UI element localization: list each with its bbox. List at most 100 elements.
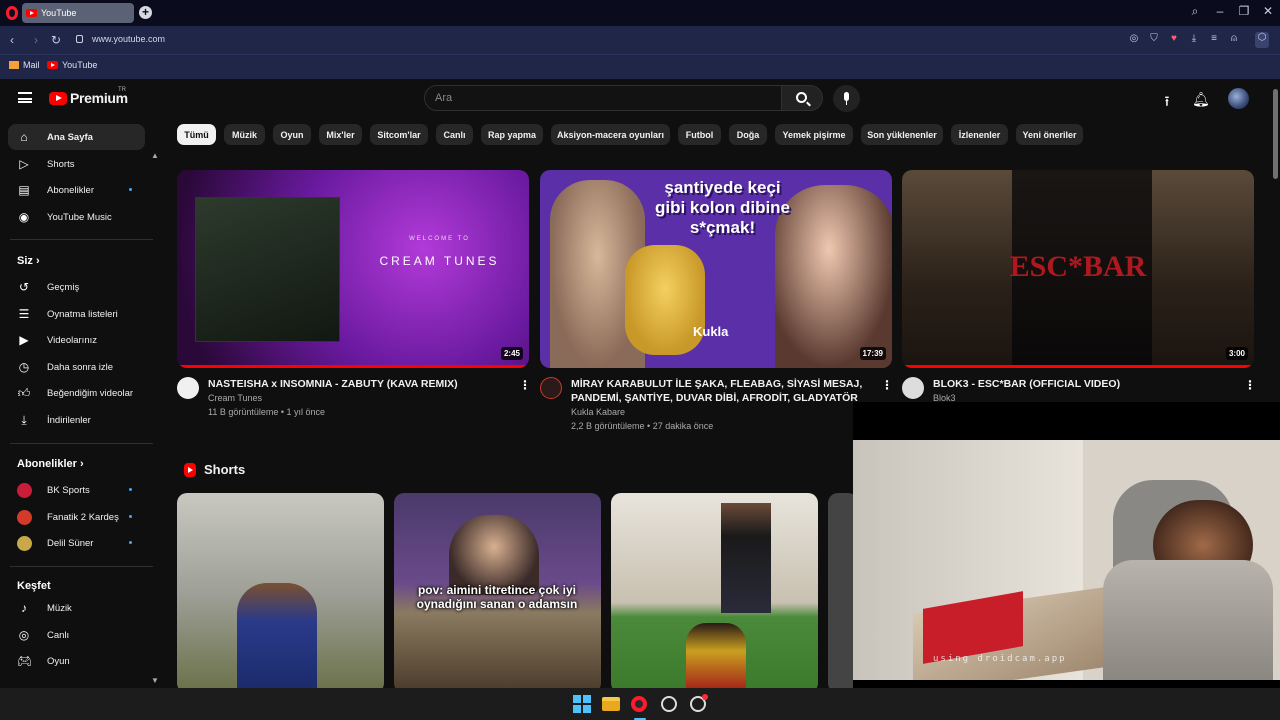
new-content-dot bbox=[129, 515, 132, 518]
chip-all[interactable]: Tümü bbox=[177, 124, 216, 145]
menu-icon[interactable]: ≡ bbox=[1207, 33, 1221, 44]
forward-button[interactable]: › bbox=[29, 33, 43, 47]
chip-action-adventure[interactable]: Aksiyon-macera oyunları bbox=[551, 124, 670, 145]
new-tab-button[interactable]: + bbox=[139, 6, 152, 19]
sidebar-item-shorts[interactable]: ▷ Shorts bbox=[8, 151, 145, 177]
chip-rap[interactable]: Rap yapma bbox=[481, 124, 543, 145]
sidebar-item-history[interactable]: ↺ Geçmiş bbox=[8, 274, 145, 300]
video-title-1[interactable]: NASTEISHA x INSOMNIA - ZABUTY (KAVA REMI… bbox=[208, 377, 513, 391]
music-note-icon: ♪ bbox=[21, 601, 27, 615]
bookmark-mail[interactable]: Mail bbox=[9, 60, 40, 70]
browser-tab-youtube[interactable]: YouTube bbox=[22, 3, 134, 23]
sidebar-channel-fanatik-2-kardes[interactable]: Fanatik 2 Kardeş bbox=[8, 504, 145, 530]
sidebar-item-watch-later[interactable]: ◷ Daha sonra izle bbox=[8, 354, 145, 380]
sidebar-item-liked-videos[interactable]: 👍︎ Beğendiğim videolar bbox=[8, 380, 145, 406]
sidebar-item-downloads[interactable]: ⤓ İndirilenler bbox=[8, 407, 145, 433]
scroll-up-icon[interactable]: ▲ bbox=[151, 151, 159, 160]
chip-watched[interactable]: İzlenenler bbox=[951, 124, 1008, 145]
minimize-button[interactable]: – bbox=[1212, 4, 1228, 18]
scrollbar-thumb[interactable] bbox=[1273, 89, 1278, 179]
playlist-icon: ☰ bbox=[18, 307, 30, 321]
app-icon[interactable] bbox=[661, 696, 677, 712]
more-options-icon[interactable]: ⋮ bbox=[881, 378, 893, 392]
sidebar-item-gaming[interactable]: 🎮︎ Oyun bbox=[8, 648, 145, 674]
video-thumbnail-3[interactable]: ESC*BAR 3:00 bbox=[902, 170, 1254, 368]
chip-music[interactable]: Müzik bbox=[224, 124, 265, 145]
video-thumbnail-1[interactable]: WELCOME TO CREAM TUNES 2:45 bbox=[177, 170, 529, 368]
more-options-icon[interactable]: ⋮ bbox=[519, 378, 531, 392]
chip-football[interactable]: Futbol bbox=[678, 124, 721, 145]
chip-nature[interactable]: Doğa bbox=[729, 124, 767, 145]
notifications-bell-icon[interactable]: 🔔︎ bbox=[1192, 91, 1210, 108]
short-3[interactable] bbox=[611, 493, 818, 688]
lock-icon[interactable] bbox=[76, 35, 83, 43]
chip-cooking[interactable]: Yemek pişirme bbox=[775, 124, 853, 145]
channel-avatar-kukla-kabare[interactable] bbox=[540, 377, 562, 399]
guide-menu-icon[interactable] bbox=[18, 92, 32, 103]
video-title-3[interactable]: BLOK3 - ESC*BAR (OFFICIAL VIDEO) bbox=[933, 377, 1238, 391]
chip-new-to-you[interactable]: Yeni öneriler bbox=[1016, 124, 1083, 145]
bookmark-youtube[interactable]: YouTube bbox=[47, 60, 97, 70]
video-title-2[interactable]: MİRAY KARABULUT İLE ŞAKA, FLEABAG, SİYAS… bbox=[571, 377, 876, 405]
duration-badge: 2:45 bbox=[500, 347, 523, 360]
notification-badge bbox=[702, 694, 708, 700]
chip-recently-uploaded[interactable]: Son yüklenenler bbox=[861, 124, 943, 145]
youtube-premium-logo[interactable]: Premium TR bbox=[49, 87, 128, 106]
file-explorer-icon[interactable] bbox=[602, 697, 620, 711]
tab-title: YouTube bbox=[41, 8, 77, 18]
shield-icon[interactable]: ⛉ bbox=[1147, 33, 1161, 44]
opera-menu-icon[interactable] bbox=[6, 6, 18, 20]
sidebar-item-your-videos[interactable]: ▶ Videolarınız bbox=[8, 327, 145, 353]
mail-icon bbox=[9, 61, 19, 69]
close-window-button[interactable]: ✕ bbox=[1260, 4, 1276, 18]
sidebar-channel-bk-sports[interactable]: BK Sports bbox=[8, 477, 145, 503]
sidebar-item-music[interactable]: ♪ Müzik bbox=[8, 595, 145, 621]
more-options-icon[interactable]: ⋮ bbox=[1244, 378, 1256, 392]
shorts-shelf-header: Shorts bbox=[184, 462, 245, 477]
sidebar-item-playlists[interactable]: ☰ Oynatma listeleri bbox=[8, 301, 145, 327]
sidebar-subscriptions-heading[interactable]: Abonelikler › bbox=[17, 458, 84, 470]
scroll-down-icon[interactable]: ▼ bbox=[151, 676, 159, 685]
video-channel-1[interactable]: Cream Tunes bbox=[208, 393, 262, 403]
webcam-frame bbox=[853, 402, 1280, 440]
camera-icon[interactable]: ◎ bbox=[1127, 33, 1141, 44]
heart-icon[interactable]: ♥ bbox=[1167, 33, 1181, 44]
sidebar-item-home[interactable]: ⌂ Ana Sayfa bbox=[8, 124, 145, 150]
sidebar-item-live[interactable]: ◎ Canlı bbox=[8, 622, 145, 648]
extensions-icon[interactable]: ⬡ bbox=[1255, 32, 1269, 48]
video-channel-2[interactable]: Kukla Kabare bbox=[571, 407, 625, 417]
masthead: Premium TR Ara ⭱ 🔔︎ bbox=[0, 79, 1272, 119]
opera-browser-icon[interactable] bbox=[631, 696, 647, 712]
reload-button[interactable]: ↻ bbox=[49, 33, 63, 47]
account-avatar[interactable] bbox=[1228, 88, 1249, 109]
chip-live[interactable]: Canlı bbox=[436, 124, 473, 145]
chip-sitcoms[interactable]: Sitcom'lar bbox=[370, 124, 428, 145]
short-1[interactable] bbox=[177, 493, 384, 688]
download-icon[interactable]: ⤓ bbox=[1187, 33, 1201, 44]
sidebar-channel-delil-suner[interactable]: Delil Süner bbox=[8, 530, 145, 556]
person-body bbox=[1103, 560, 1273, 680]
search-tabs-icon[interactable]: ⌕ bbox=[1187, 4, 1203, 19]
sidebar-you-heading[interactable]: Siz › bbox=[17, 255, 40, 267]
profile-icon[interactable]: ⍝ bbox=[1227, 33, 1241, 44]
chip-gaming[interactable]: Oyun bbox=[273, 124, 311, 145]
chip-mixes[interactable]: Mix'ler bbox=[319, 124, 362, 145]
browser-tab-bar: YouTube + ⌕ – ❐ ✕ bbox=[0, 0, 1280, 26]
voice-search-button[interactable] bbox=[833, 85, 860, 112]
sidebar-item-youtube-music[interactable]: ◉ YouTube Music bbox=[8, 204, 145, 230]
restore-button[interactable]: ❐ bbox=[1236, 4, 1252, 18]
search-input[interactable]: Ara bbox=[424, 85, 782, 111]
app-notification-icon[interactable] bbox=[690, 694, 708, 712]
url-field[interactable]: www.youtube.com bbox=[92, 34, 165, 44]
youtube-logo-icon bbox=[49, 91, 67, 105]
sidebar-item-subscriptions[interactable]: ▤ Abonelikler bbox=[8, 177, 145, 203]
windows-start-icon[interactable] bbox=[573, 695, 591, 713]
back-button[interactable]: ‹ bbox=[5, 33, 19, 47]
video-stats-1: 11 B görüntüleme • 1 yıl önce bbox=[208, 407, 326, 417]
channel-avatar-cream-tunes[interactable] bbox=[177, 377, 199, 399]
video-thumbnail-2[interactable]: şantiyede keçi gibi kolon dibine s*çmak!… bbox=[540, 170, 892, 368]
channel-avatar-blok3[interactable] bbox=[902, 377, 924, 399]
upload-icon[interactable]: ⭱ bbox=[1159, 91, 1175, 115]
short-2[interactable]: pov: aimini titretince çok iyi oynadığın… bbox=[394, 493, 601, 688]
search-button[interactable] bbox=[781, 85, 823, 111]
